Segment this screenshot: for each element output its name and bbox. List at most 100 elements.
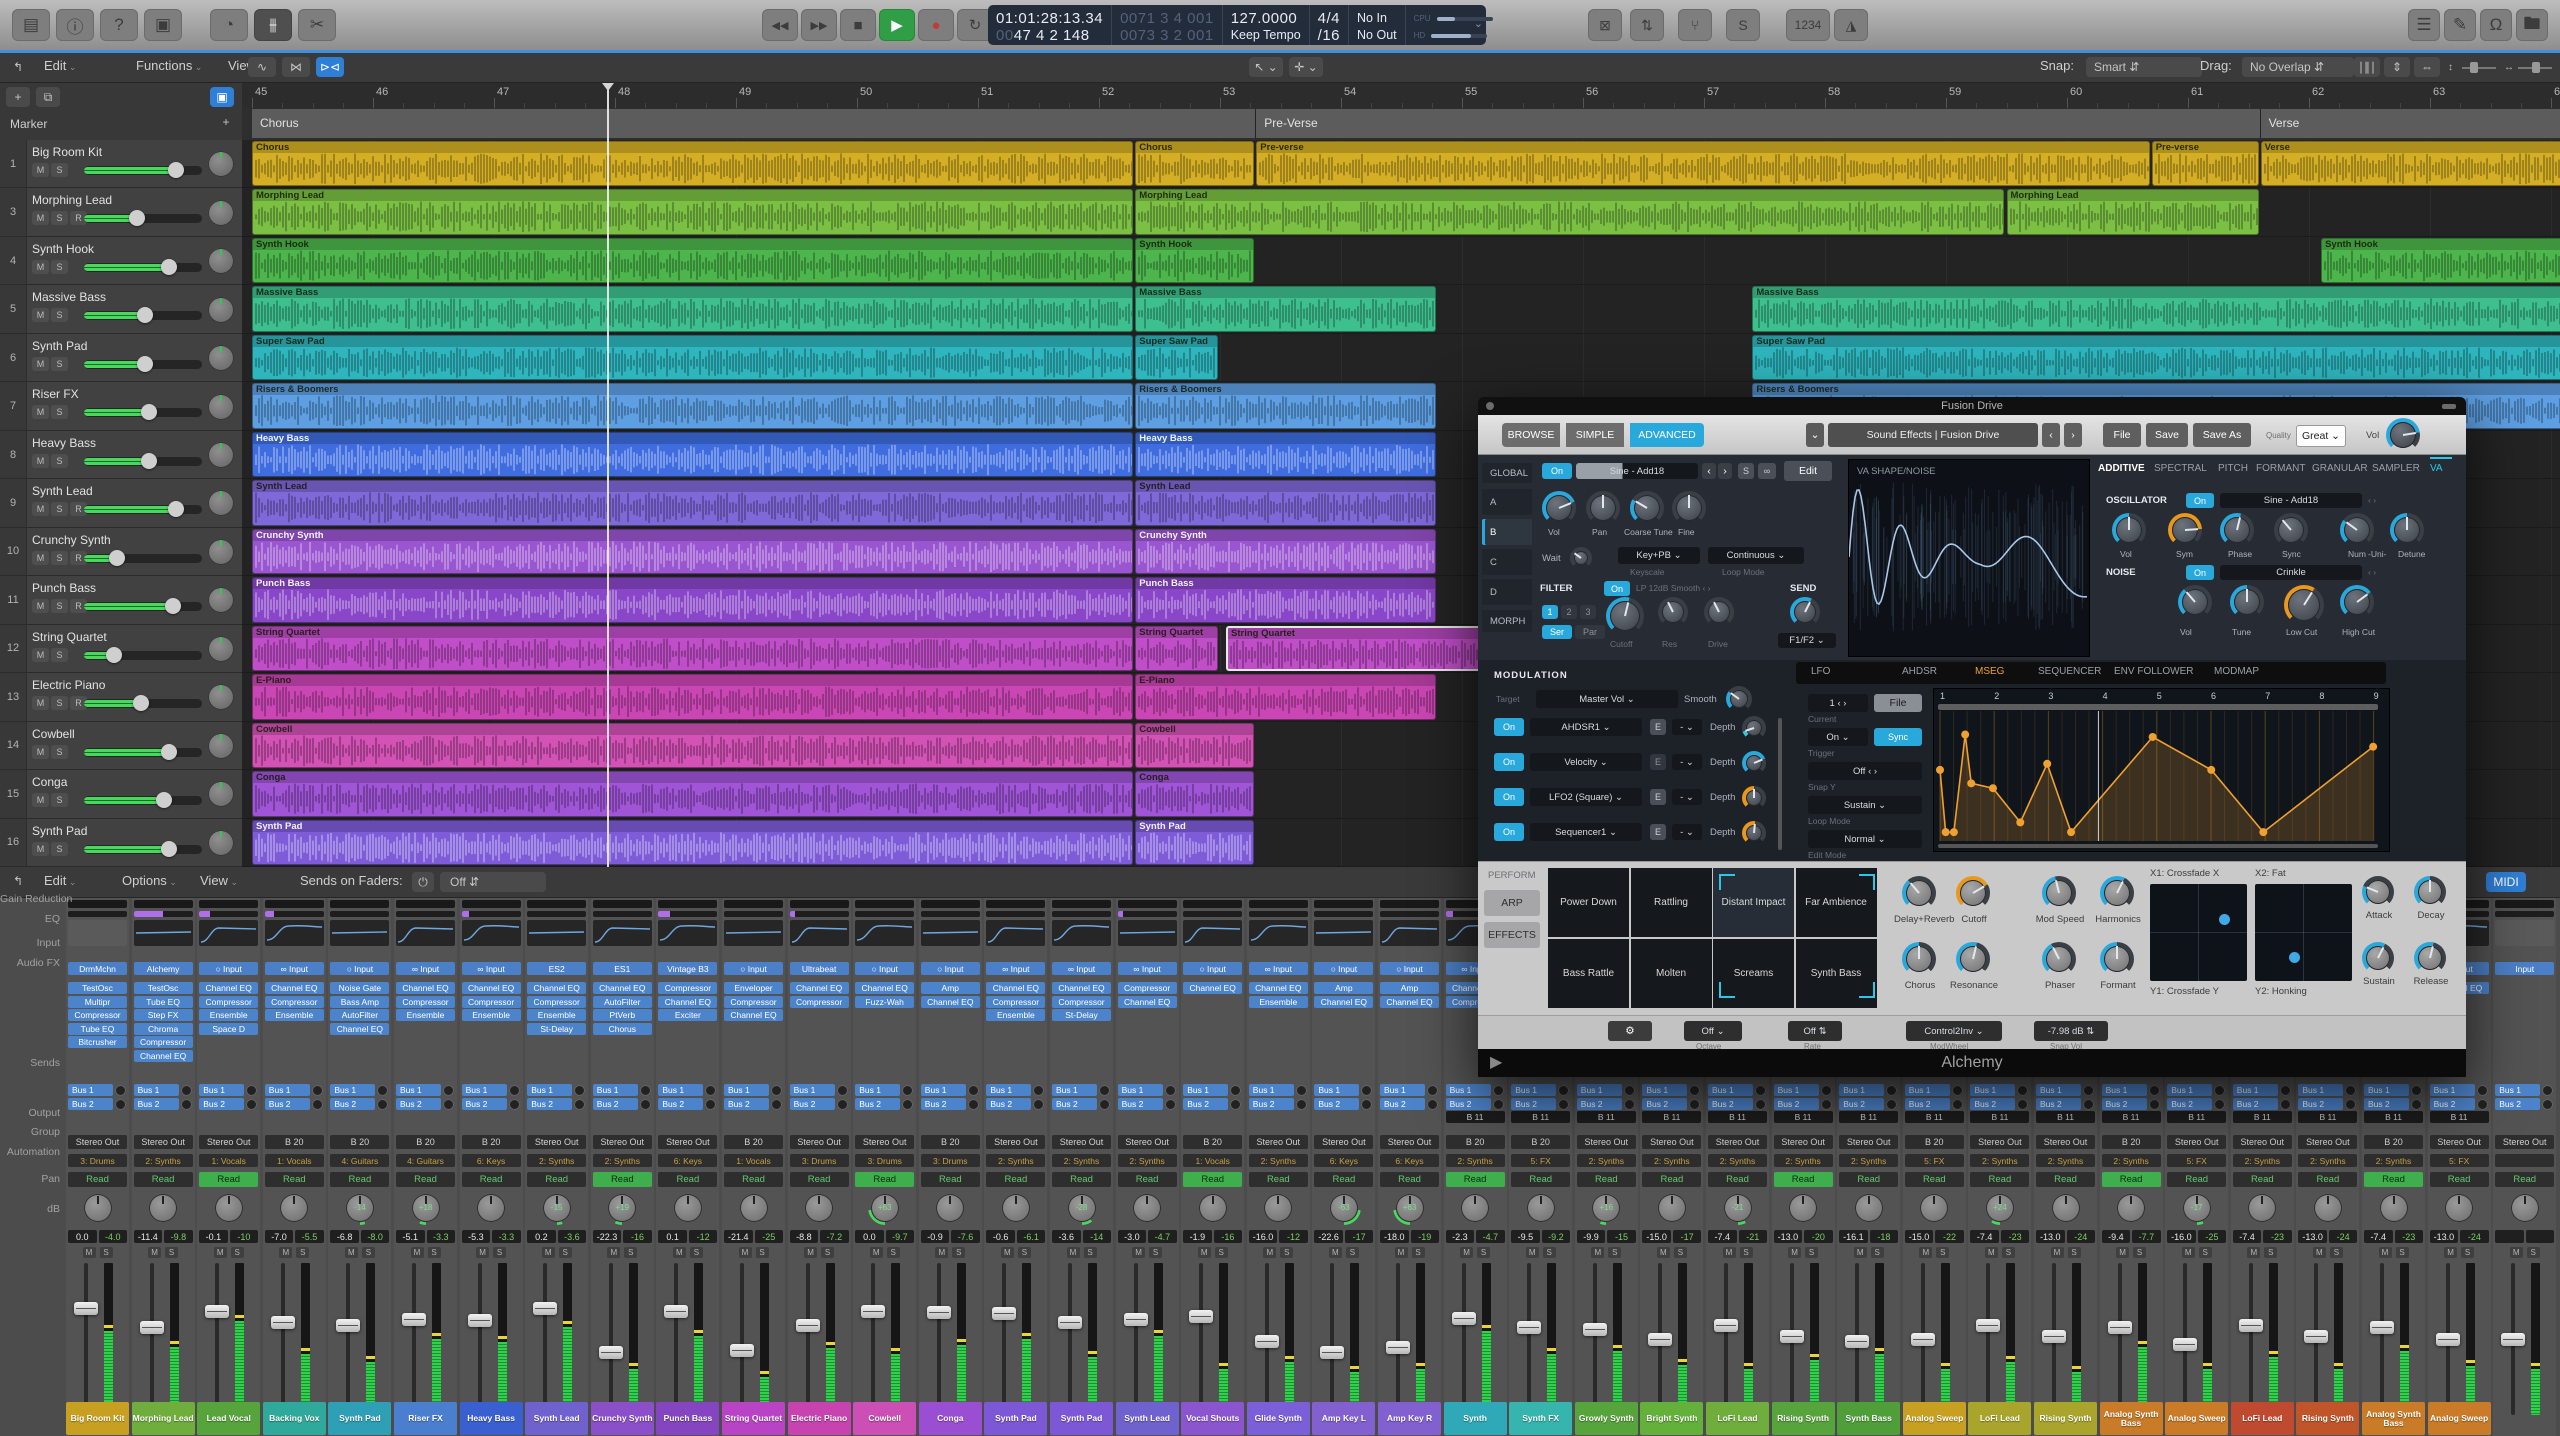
filter-slot-2[interactable]: 2	[1561, 605, 1577, 619]
solo-button[interactable]: S	[1739, 1247, 1753, 1258]
region-heavy-bass[interactable]: Heavy Bass	[1135, 431, 1436, 478]
region-cowbell[interactable]: Cowbell	[252, 722, 1134, 769]
mod-slot-via[interactable]: - ⌄	[1672, 754, 1702, 770]
output-slot[interactable]: Stereo Out	[2298, 1135, 2358, 1149]
master-volume-knob[interactable]	[2386, 418, 2420, 452]
send-slot-bus11[interactable]: B 11	[2036, 1111, 2095, 1123]
send-slot[interactable]: Bus 1	[2298, 1084, 2344, 1096]
perform-knob-harmonics[interactable]	[2100, 876, 2134, 910]
volume-fader[interactable]	[2042, 1329, 2066, 1343]
automation-mode[interactable]: Read	[68, 1172, 127, 1187]
lcd-signature-section[interactable]: 4/4/16	[1310, 5, 1350, 45]
send-slot[interactable]: Bus 1	[264, 1084, 310, 1096]
channel-name-label[interactable]: Punch Bass	[656, 1402, 720, 1435]
group-slot[interactable]: 2: Synths	[986, 1154, 1046, 1167]
sends-on-faders-power-icon[interactable]: ⏻	[412, 872, 434, 892]
send-slot[interactable]: Bus 1	[855, 1084, 901, 1096]
send-slot-bus11[interactable]: B 11	[2364, 1111, 2423, 1123]
mixer-channel-strip[interactable]: ∞ Input Compressor Channel EQ Bus 1 Bus 2 Ste…	[1115, 898, 1179, 1436]
send-knob[interactable]	[1790, 597, 1820, 627]
audio-fx-slot[interactable]: Channel EQ	[1117, 995, 1177, 1008]
mod-tab-ahdsr[interactable]: AHDSR	[1902, 666, 1937, 677]
xy-pad-1[interactable]	[2150, 884, 2247, 981]
send-slot[interactable]: Bus 2	[68, 1097, 113, 1110]
automation-mode[interactable]: Read	[2364, 1172, 2423, 1187]
preset-next-button[interactable]: ›	[2064, 423, 2082, 447]
send-level-knob[interactable]	[2148, 1085, 2160, 1096]
solo-button[interactable]: S	[99, 1247, 113, 1258]
mseg-envelope-graph[interactable]: 1 2 3 4 5 6 7 8 9	[1933, 688, 2390, 852]
channel-name-label[interactable]: Synth Lead	[1115, 1402, 1179, 1435]
solo-button[interactable]: S	[230, 1247, 244, 1258]
osc-knob-sync[interactable]	[2274, 513, 2308, 547]
group-slot[interactable]: 3: Drums	[855, 1154, 915, 1167]
mixer-menu-view[interactable]: View ⌄	[200, 873, 238, 888]
output-slot[interactable]: Stereo Out	[2429, 1135, 2489, 1149]
eq-thumbnail[interactable]	[199, 920, 259, 946]
channel-name-label[interactable]: Growly Synth	[1574, 1402, 1638, 1435]
audio-fx-slot[interactable]: Compressor	[1117, 982, 1177, 994]
noise-knob-vol[interactable]	[2178, 585, 2212, 619]
mod-slot-depth-knob[interactable]	[1742, 716, 1766, 740]
group-slot[interactable]: 3: Drums	[789, 1154, 849, 1167]
output-slot[interactable]: B 20	[920, 1135, 980, 1149]
volume-fader[interactable]	[1058, 1315, 1082, 1329]
channel-name-label[interactable]: Analog Sweep	[2427, 1402, 2491, 1435]
volume-fader[interactable]	[1320, 1346, 1345, 1360]
output-slot[interactable]: Stereo Out	[1970, 1135, 2030, 1149]
automation-mode[interactable]: Read	[2298, 1172, 2358, 1187]
plugin-tab-simple[interactable]: SIMPLE	[1566, 423, 1624, 447]
xy-pad-dot[interactable]	[2288, 951, 2300, 963]
audio-fx-slot[interactable]: Channel EQ	[1248, 982, 1308, 994]
group-slot[interactable]: 2: Synths	[1970, 1154, 2030, 1167]
input-slot[interactable]: Input	[2495, 962, 2555, 975]
track-pan-knob[interactable]	[208, 490, 234, 517]
send-level-knob[interactable]	[705, 1085, 717, 1096]
send-slot[interactable]: Bus 1	[1117, 1084, 1163, 1096]
pan-knob[interactable]	[477, 1194, 506, 1222]
send-slot[interactable]: Bus 2	[2364, 1097, 2409, 1110]
volume-fader[interactable]	[2370, 1321, 2394, 1335]
solo-button[interactable]: S	[2395, 1247, 2409, 1258]
group-slot[interactable]: 6: Keys	[1380, 1154, 1439, 1167]
automation-mode[interactable]: Read	[330, 1172, 390, 1187]
pan-knob[interactable]	[2445, 1194, 2474, 1222]
send-level-knob[interactable]	[1230, 1085, 1242, 1096]
pan-knob[interactable]: -17	[2179, 1191, 2214, 1225]
solo-button[interactable]: S	[886, 1247, 900, 1258]
volume-fader[interactable]	[205, 1304, 230, 1318]
mod-slot-on[interactable]: On	[1494, 753, 1524, 771]
playhead[interactable]	[601, 83, 614, 867]
audio-fx-slot[interactable]: Channel EQ	[724, 1009, 783, 1021]
source-solo-button[interactable]: S	[1738, 463, 1754, 479]
solo-button[interactable]: S	[2461, 1247, 2475, 1258]
input-slot[interactable]: ∞ Input	[1052, 962, 1111, 975]
send-level-knob[interactable]	[1755, 1098, 1766, 1110]
track-pan-knob[interactable]	[208, 345, 234, 372]
loop-mode-menu[interactable]: Continuous ⌄	[1708, 547, 1804, 564]
solo-button[interactable]: S	[1870, 1247, 1884, 1258]
region-morphing-lead[interactable]: Morphing Lead	[2006, 189, 2259, 235]
track-solo-button[interactable]: S	[51, 550, 68, 565]
save-as-button[interactable]: Save As	[2193, 423, 2251, 447]
audio-fx-slot[interactable]: Compressor	[133, 1036, 193, 1048]
mseg-file-button[interactable]: File	[1874, 694, 1922, 712]
noise-knob-low-cut[interactable]	[2284, 585, 2324, 625]
eq-thumbnail[interactable]	[724, 920, 783, 946]
eq-thumbnail[interactable]	[527, 920, 587, 946]
mute-button[interactable]: M	[1919, 1247, 1933, 1258]
quick-help-icon[interactable]: ▣	[144, 9, 182, 41]
track-header-15[interactable]: 15 Conga M S	[0, 770, 242, 819]
mseg-trigger[interactable]: On ⌄	[1808, 728, 1868, 746]
send-level-knob[interactable]	[1164, 1085, 1176, 1096]
lcd-tempo-section[interactable]: 127.0000 Keep Tempo	[1223, 5, 1310, 45]
channel-name-label[interactable]: Synth Pad	[328, 1402, 392, 1435]
pan-knob[interactable]: +63	[867, 1191, 902, 1225]
region-string-quartet[interactable]: String Quartet	[1226, 625, 1497, 672]
track-header-9[interactable]: 9 Synth Lead M S R	[0, 479, 242, 528]
pan-knob[interactable]	[1789, 1194, 1818, 1222]
send-level-knob[interactable]	[2542, 1085, 2554, 1096]
audio-fx-slot[interactable]: Channel EQ	[133, 1049, 193, 1062]
send-level-knob[interactable]	[1886, 1098, 1898, 1110]
add-marker-button[interactable]: +	[218, 114, 234, 130]
